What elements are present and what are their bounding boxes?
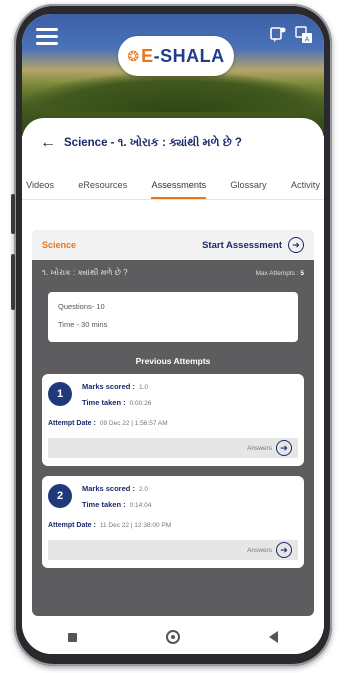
start-assessment-label: Start Assessment	[202, 239, 282, 251]
logo-text: E-SHALA	[141, 45, 225, 66]
chapter-title: ૧. ખોરાક : ક્યાંથી મળે છે ?	[42, 268, 128, 277]
time-taken: Time taken :0:14:04	[82, 500, 152, 509]
attempt-number-badge: 1	[48, 382, 72, 406]
square-icon	[67, 632, 77, 642]
answers-button[interactable]: Answers ➔	[48, 438, 298, 458]
logo-mark-icon: ❂	[127, 47, 140, 64]
attempt-date: Attempt Date :11 Dec 22 | 12:38:00 PM	[48, 522, 172, 529]
assessment-info-box: Questions- 10 Time - 30 mins	[48, 292, 298, 342]
circle-arrow-right-icon: ➔	[288, 237, 304, 253]
answers-label: Answers	[247, 546, 272, 554]
tab-eresources[interactable]: eResources	[78, 174, 127, 199]
notification-icon[interactable]	[268, 26, 288, 46]
circle-arrow-right-icon: ➔	[276, 542, 292, 558]
translate-icon[interactable]: A	[294, 26, 314, 46]
home-button[interactable]	[163, 627, 183, 647]
marks-scored: Marks scored :1.0	[82, 382, 148, 391]
android-nav-bar	[22, 620, 324, 654]
marks-scored: Marks scored :2.0	[82, 484, 148, 493]
tab-videos[interactable]: Videos	[26, 174, 54, 199]
phone-side-button	[11, 194, 15, 234]
attempt-date: Attempt Date :09 Dec 22 | 1:56:57 AM	[48, 420, 168, 427]
answers-button[interactable]: Answers ➔	[48, 540, 298, 560]
attempt-number-badge: 2	[48, 484, 72, 508]
assessment-panel-header: Science Start Assessment ➔	[32, 230, 314, 260]
tab-bar: Videos eResources Assessments Glossary A…	[22, 174, 324, 200]
triangle-back-icon	[269, 631, 279, 643]
assessment-panel: Science Start Assessment ➔ ૧. ખોરાક : ક્…	[32, 230, 314, 616]
attempt-card: 1 Marks scored :1.0 Time taken :0:00:26 …	[42, 374, 304, 466]
back-button[interactable]	[264, 627, 284, 647]
arrow-left-icon[interactable]: ←	[40, 134, 56, 152]
time-taken: Time taken :0:00:26	[82, 398, 152, 407]
answers-label: Answers	[247, 444, 272, 452]
start-assessment-button[interactable]: Start Assessment ➔	[202, 237, 304, 253]
tab-assessments[interactable]: Assessments	[151, 174, 207, 199]
tab-activity[interactable]: Activity	[291, 174, 320, 199]
hamburger-menu-icon[interactable]	[36, 28, 58, 46]
previous-attempts-title: Previous Attempts	[135, 356, 211, 366]
phone-side-button	[11, 254, 15, 310]
eshala-logo: ❂ E-SHALA	[118, 36, 234, 76]
subject-label: Science	[42, 240, 77, 250]
attempt-card: 2 Marks scored :2.0 Time taken :0:14:04 …	[42, 476, 304, 568]
app-screen: ❂ E-SHALA A ← Science - ૧. ખોરાક : ક્યાં…	[22, 14, 324, 654]
chapter-row: ૧. ખોરાક : ક્યાંથી મળે છે ? Max Attempts…	[32, 260, 314, 284]
svg-text:A: A	[305, 36, 310, 44]
banner-landscape	[22, 72, 324, 112]
page-header: ← Science - ૧. ખોરાક : ક્યાંથી મળે છે ?	[40, 134, 242, 152]
circle-arrow-right-icon: ➔	[276, 440, 292, 456]
home-circle-icon	[165, 630, 180, 644]
questions-count: Questions- 10	[58, 302, 105, 311]
recent-apps-button[interactable]	[62, 627, 82, 647]
tab-glossary[interactable]: Glossary	[230, 174, 266, 199]
max-attempts: Max Attempts : 5	[255, 269, 304, 277]
content-card: ← Science - ૧. ખોરાક : ક્યાંથી મળે છે ? …	[22, 118, 324, 620]
time-limit: Time - 30 mins	[58, 320, 108, 329]
page-title: Science - ૧. ખોરાક : ક્યાંથી મળે છે ?	[64, 136, 242, 149]
